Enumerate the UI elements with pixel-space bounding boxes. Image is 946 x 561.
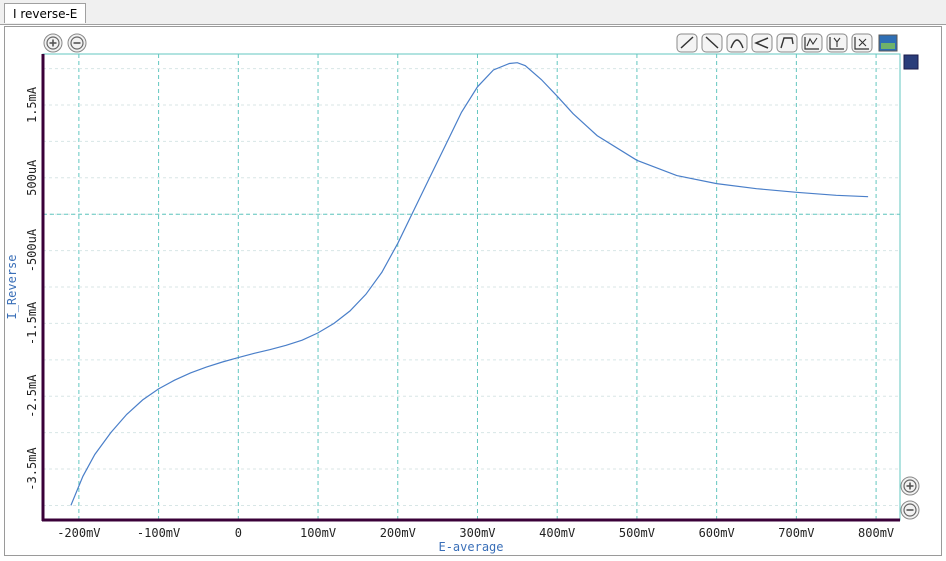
auto-scale-xy-button[interactable] bbox=[801, 33, 823, 53]
x-tick-label: 500mV bbox=[619, 526, 655, 540]
y-tick-label: -1.5mA bbox=[25, 301, 39, 345]
x-tick-labels: -200mV -100mV 0 100mV 200mV 300mV 400mV 500mV 60… bbox=[57, 526, 894, 540]
x-tick-label: 700mV bbox=[778, 526, 814, 540]
slope-up-button[interactable] bbox=[676, 33, 698, 53]
chart-view-button[interactable] bbox=[878, 34, 898, 52]
x-tick-label: 100mV bbox=[300, 526, 336, 540]
step-button[interactable] bbox=[776, 33, 798, 53]
series-color-button[interactable] bbox=[903, 54, 919, 70]
x-tick-label: 300mV bbox=[459, 526, 495, 540]
y-tick-label: 1.5mA bbox=[25, 86, 39, 123]
zoom-in-button[interactable] bbox=[43, 33, 63, 53]
peak-button[interactable] bbox=[726, 33, 748, 53]
auto-scale-y-button[interactable] bbox=[826, 33, 848, 53]
reverse-button[interactable] bbox=[751, 33, 773, 53]
x-axis-label: E-average bbox=[438, 540, 503, 554]
y-tick-label: -500uA bbox=[25, 228, 39, 272]
zoom-out-button[interactable] bbox=[67, 33, 87, 53]
auto-scale-x-button[interactable] bbox=[851, 33, 873, 53]
chart-toolbar bbox=[676, 33, 898, 53]
y-tick-label: -2.5mA bbox=[25, 374, 39, 418]
x-tick-label: 800mV bbox=[858, 526, 894, 540]
slope-down-button[interactable] bbox=[701, 33, 723, 53]
y-axis-label: I_Reverse bbox=[5, 254, 19, 319]
chart[interactable]: -200mV -100mV 0 100mV 200mV 300mV 400mV 500mV 60… bbox=[0, 0, 946, 561]
x-tick-label: 400mV bbox=[539, 526, 575, 540]
right-zoom-in-button[interactable] bbox=[900, 476, 920, 496]
x-tick-label: -200mV bbox=[57, 526, 100, 540]
right-zoom-out-button[interactable] bbox=[900, 500, 920, 520]
y-tick-label: 500uA bbox=[25, 159, 39, 196]
y-tick-label: -3.5mA bbox=[25, 447, 39, 491]
x-tick-label: -100mV bbox=[137, 526, 180, 540]
x-tick-label: 200mV bbox=[380, 526, 416, 540]
x-tick-label: 600mV bbox=[699, 526, 735, 540]
x-tick-label: 0 bbox=[235, 526, 242, 540]
y-tick-labels: 1.5mA 500uA -500uA -1.5mA -2.5mA -3.5mA bbox=[25, 86, 39, 491]
